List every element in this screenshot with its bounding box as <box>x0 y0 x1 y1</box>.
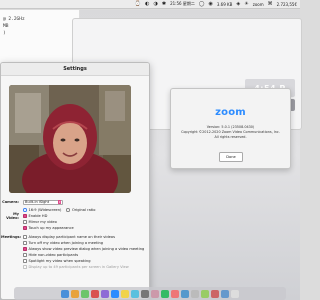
menubar-status-icon-1[interactable]: ◐ <box>145 1 149 7</box>
menubar-bluetooth-icon[interactable]: ✱ <box>162 1 166 7</box>
dock-app-icon[interactable] <box>151 289 159 298</box>
copyright-line-2: All rights reserved. <box>214 134 247 139</box>
meetings-label: Meetings: <box>1 235 22 239</box>
widescreen-radio-label[interactable]: 16:9 (Widescreen) <box>29 208 62 212</box>
gallery-limit-row: Display up to 49 participants per screen… <box>1 264 149 270</box>
original-ratio-radio[interactable] <box>66 208 70 212</box>
spotlight-checkbox[interactable] <box>23 259 27 263</box>
dock-app-icon[interactable] <box>91 289 99 298</box>
terminal-line: MB <box>3 24 9 29</box>
menubar-stock-ticker[interactable]: 2.723,55€ <box>277 2 297 7</box>
camera-select-value: Built-in iSight <box>25 200 50 204</box>
mirror-checkbox[interactable] <box>23 220 27 224</box>
dock-app-icon[interactable] <box>121 289 129 298</box>
touch-up-checkbox[interactable] <box>23 226 27 230</box>
menu-bar: ⌚ ◐ ◑ ✱ 21:56 星期二 ◯ ◉ 3.69 KB ◈ ☀ zoom ⌘… <box>0 0 300 9</box>
dock-app-icon[interactable] <box>191 289 199 298</box>
hide-non-video-checkbox[interactable] <box>23 253 27 257</box>
widescreen-radio[interactable] <box>23 208 27 212</box>
settings-window: Settings Camera: Built-in iSight ▾ 16:9 … <box>0 62 150 300</box>
display-names-checkbox[interactable] <box>23 235 27 239</box>
preview-dialog-checkbox[interactable] <box>23 247 27 251</box>
spotlight-label[interactable]: Spotlight my video when speaking <box>29 259 91 263</box>
terminal-window[interactable]: @ 2.2GHz MB ) <box>0 10 80 70</box>
dock-app-icon[interactable] <box>101 289 109 298</box>
enable-hd-label[interactable]: Enable HD <box>29 214 48 218</box>
dock-app-icon[interactable] <box>61 289 69 298</box>
menubar-status-icon-3[interactable]: ◯ <box>199 1 205 7</box>
camera-preview <box>9 85 131 193</box>
dock-app-icon[interactable] <box>221 289 229 298</box>
gallery-limit-checkbox[interactable] <box>23 265 27 269</box>
display-names-label[interactable]: Always display participant name on their… <box>29 235 115 239</box>
touch-up-label[interactable]: Touch up my appearance <box>29 226 74 230</box>
dock-trash-icon[interactable] <box>231 289 239 298</box>
menubar-command-icon[interactable]: ⌘ <box>268 1 273 7</box>
mirror-label[interactable]: Mirror my video <box>29 220 57 224</box>
gallery-limit-label[interactable]: Display up to 49 participants per screen… <box>29 265 129 269</box>
terminal-line: @ 2.2GHz <box>3 17 25 22</box>
camera-row: Camera: Built-in iSight ▾ <box>1 199 149 205</box>
menubar-status-icon-2[interactable]: ◑ <box>153 1 157 7</box>
camera-preview-image <box>9 85 131 193</box>
dock-app-icon[interactable] <box>181 289 189 298</box>
done-button[interactable]: Done <box>219 152 243 162</box>
original-ratio-label[interactable]: Original ratio <box>72 208 96 212</box>
terminal-line: ) <box>3 31 6 36</box>
dock <box>14 287 286 300</box>
dock-app-icon[interactable] <box>141 289 149 298</box>
menubar-status-icon-4[interactable]: ◉ <box>208 1 212 7</box>
dock-app-icon[interactable] <box>161 289 169 298</box>
hide-non-video-label[interactable]: Hide non-video participants <box>29 253 79 257</box>
dock-app-icon[interactable] <box>211 289 219 298</box>
copyright-text: Copyright ©2012-2020 Zoom Video Communic… <box>171 130 290 139</box>
menubar-clock[interactable]: 21:56 星期二 <box>170 1 195 7</box>
dock-app-icon[interactable] <box>171 289 179 298</box>
dock-app-icon[interactable] <box>131 289 139 298</box>
menubar-zoom-icon[interactable]: zoom <box>253 2 264 7</box>
chevron-down-icon: ▾ <box>58 200 61 204</box>
dock-app-icon[interactable] <box>201 289 209 298</box>
about-zoom-dialog: zoom Version: 5.0.1 (23508.0430) Copyrig… <box>170 88 291 169</box>
turn-off-video-checkbox[interactable] <box>23 241 27 245</box>
version-text: Version: 5.0.1 (23508.0430) <box>206 125 255 129</box>
menubar-network-rate[interactable]: 3.69 KB <box>217 2 233 7</box>
menubar-brightness-icon[interactable]: ☀ <box>244 1 248 7</box>
turn-off-video-label[interactable]: Turn off my video when joining a meeting <box>29 241 104 245</box>
menubar-status-icon-5[interactable]: ◈ <box>236 1 240 7</box>
enable-hd-checkbox[interactable] <box>23 214 27 218</box>
camera-select[interactable]: Built-in iSight ▾ <box>23 199 63 205</box>
settings-title: Settings <box>1 63 149 76</box>
copyright-line-1: Copyright ©2012-2020 Zoom Video Communic… <box>181 130 280 134</box>
menubar-watch-icon[interactable]: ⌚ <box>135 1 141 7</box>
dock-app-icon[interactable] <box>111 289 119 298</box>
touch-up-row: Touch up my appearance <box>1 225 149 231</box>
zoom-logo: zoom <box>215 107 246 118</box>
preview-dialog-label[interactable]: Always show video preview dialog when jo… <box>29 247 145 251</box>
camera-label: Camera: <box>2 200 19 204</box>
dock-app-icon[interactable] <box>81 289 89 298</box>
dock-app-icon[interactable] <box>71 289 79 298</box>
